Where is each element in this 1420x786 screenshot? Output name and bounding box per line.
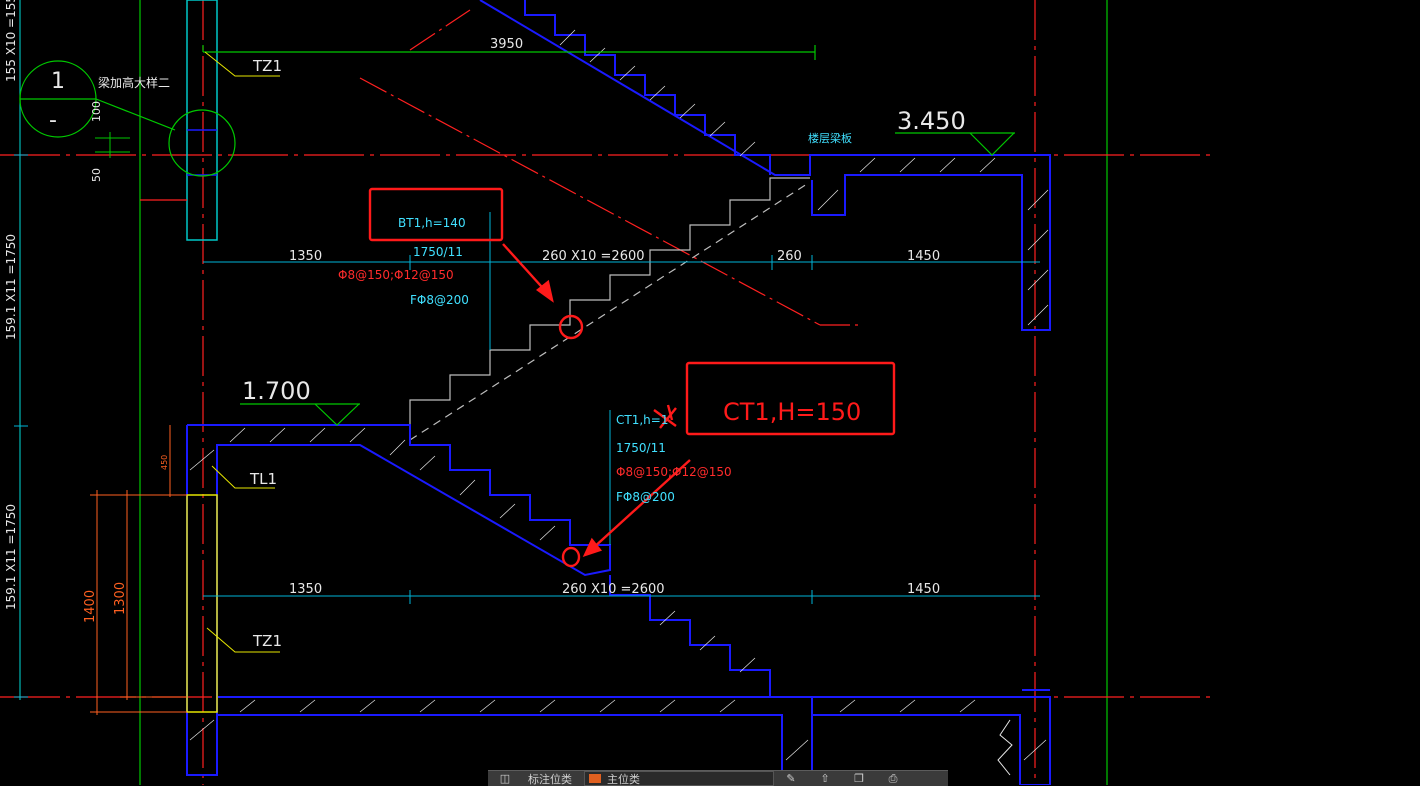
dim-3950: 3950	[490, 37, 523, 52]
level-top-label: 3.450	[897, 107, 966, 135]
ct1-dist-rebar: FΦ8@200	[616, 490, 675, 504]
layer-dropdown-value: 主位类	[607, 771, 640, 786]
bt1-rebar: Φ8@150;Φ12@150	[338, 268, 454, 282]
layer-color-swatch	[589, 774, 601, 783]
dim-100: 100	[90, 101, 103, 122]
ct1-size: 1750/11	[616, 441, 666, 455]
bt1-name: BT1,h=140	[398, 216, 466, 230]
toolbar-label: 标注位类	[522, 771, 578, 786]
copy-icon[interactable]: ❐	[852, 773, 866, 785]
left-dim-1: 155 X10 =155	[4, 0, 18, 82]
left-dim-2: 159.1 X11 =1750	[4, 234, 18, 340]
print-icon[interactable]: ⎙	[886, 773, 900, 785]
ct1-rebar: Φ8@150;Φ12@150	[616, 465, 732, 479]
top-stair-flight	[480, 0, 1050, 330]
small-tick-marks	[95, 132, 130, 158]
tz1-top-label: TZ1	[252, 57, 282, 75]
bt1-dist-rebar: FΦ8@200	[410, 293, 469, 307]
bt1-size: 1750/11	[413, 245, 463, 259]
dim-1300: 1300	[113, 582, 128, 615]
ct1-name: CT1,h=1	[616, 413, 668, 427]
edit-icon[interactable]: ✎	[784, 773, 798, 785]
detail-dash: -	[49, 108, 57, 133]
detail-circles	[20, 45, 815, 200]
upper-dim-2600: 260 X10 =2600	[542, 249, 645, 264]
upper-dim-1450: 1450	[907, 249, 940, 264]
floor-beam-note: 楼层梁板	[808, 131, 852, 145]
callout-text: CT1,H=150	[723, 398, 861, 426]
dim-450: 450	[160, 455, 169, 470]
upload-icon[interactable]: ⇧	[818, 773, 832, 785]
orange-dims	[90, 425, 187, 715]
layers-icon[interactable]: ◫	[498, 773, 512, 785]
upper-dim-1350: 1350	[289, 249, 322, 264]
detail-number: 1	[51, 69, 65, 94]
tl1-label: TL1	[249, 470, 277, 488]
lower-dim-1450: 1450	[907, 582, 940, 597]
dimension-lines	[203, 212, 1040, 604]
left-column-top	[187, 0, 217, 712]
break-symbol	[998, 720, 1012, 775]
cad-drawing-canvas[interactable]: 3.450 1.700 1 - 梁加高大样二 100 50 3950 TZ1 T…	[0, 0, 1420, 785]
lower-stair-flight	[187, 425, 1050, 785]
layer-dropdown[interactable]: 主位类	[584, 771, 774, 786]
lower-dim-2600: 260 X10 =2600	[562, 582, 665, 597]
tz1-bottom-label: TZ1	[252, 632, 282, 650]
dim-50: 50	[90, 168, 103, 182]
lower-dim-1350: 1350	[289, 582, 322, 597]
beam-note: 梁加高大样二	[98, 75, 170, 90]
left-dim-3: 159.1 X11 =1750	[4, 504, 18, 610]
bottom-toolbar: ◫ 标注位类 主位类 ✎ ⇧ ❐ ⎙	[488, 770, 948, 786]
upper-dim-260: 260	[777, 249, 802, 264]
dim-1400: 1400	[83, 590, 98, 623]
level-mid-label: 1.700	[242, 377, 311, 405]
